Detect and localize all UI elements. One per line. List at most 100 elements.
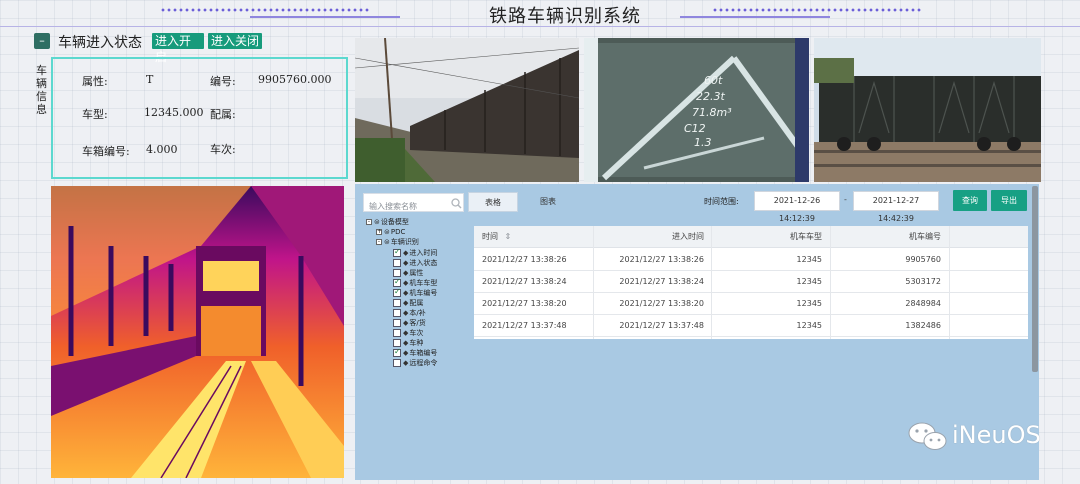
table-cell: 12345 xyxy=(796,255,822,264)
date-from-input[interactable]: 2021-12-26 14:12:39 xyxy=(754,191,840,223)
column-divider xyxy=(711,226,712,339)
entry-status-label: 车辆进入状态 xyxy=(58,35,142,51)
tree-field-item[interactable]: ◆客/货 xyxy=(393,318,426,328)
tree-node-vehicle-recognition[interactable]: - ⊜车辆识别 xyxy=(376,237,419,247)
header-decoration-left xyxy=(160,8,370,12)
tree-field-item[interactable]: ◆配属 xyxy=(393,298,423,308)
entry-open-button[interactable]: 进入开启 xyxy=(152,33,204,64)
tree-node-label: 车辆识别 xyxy=(390,238,419,246)
svg-text:71.8m³: 71.8m³ xyxy=(692,106,732,119)
tag-icon: ◆ xyxy=(403,339,409,347)
table-cell: 2021/12/27 13:37:48 xyxy=(619,321,704,330)
tag-icon: ◆ xyxy=(403,309,409,317)
field-checkbox[interactable] xyxy=(393,319,401,327)
header-line-right xyxy=(680,16,830,18)
tree-node-pdc[interactable]: + ⊜PDC xyxy=(376,227,405,237)
field-checkbox[interactable] xyxy=(393,259,401,267)
table-cell: 12345 xyxy=(796,299,822,308)
table-cell: 5303172 xyxy=(905,277,941,286)
export-button[interactable]: 导出 xyxy=(991,190,1027,211)
toggle-icon[interactable]: – xyxy=(34,33,50,49)
tree-field-label: 客/货 xyxy=(409,319,426,327)
field-checkbox[interactable] xyxy=(393,339,401,347)
tree-field-label: 进入时间 xyxy=(409,249,438,257)
field-value-car-number: 4.000 xyxy=(146,143,178,156)
collapse-icon[interactable]: - xyxy=(366,219,372,225)
search-field[interactable] xyxy=(363,193,464,215)
search-icon[interactable] xyxy=(451,198,462,209)
column-header-loco-model[interactable]: 机车车型 xyxy=(720,226,822,248)
tree-field-item[interactable]: ◆远程命令 xyxy=(393,358,437,368)
panel-scrollbar[interactable] xyxy=(1032,186,1038,372)
svg-text:22.3t: 22.3t xyxy=(696,90,725,103)
table-cell: 2021/12/27 13:38:24 xyxy=(619,277,704,286)
table-cell: 2021/12/27 13:38:26 xyxy=(482,255,567,264)
tree-field-item[interactable]: ◆车次 xyxy=(393,328,423,338)
field-value-number: 9905760.000 xyxy=(258,73,332,86)
train-photo-marking: 60t 22.3t 71.8m³ C12 1.3 xyxy=(584,38,809,182)
tag-icon: ◆ xyxy=(403,269,409,277)
tree-field-label: 机车编号 xyxy=(409,289,438,297)
wechat-icon xyxy=(908,422,947,450)
query-button[interactable]: 查询 xyxy=(953,190,987,211)
tree-field-item[interactable]: ◆机车编号 xyxy=(393,287,438,298)
tag-icon: ◆ xyxy=(403,299,409,307)
table-cell: 2021/12/27 13:38:24 xyxy=(482,277,567,286)
tree-root[interactable]: - ⊜设备模型 xyxy=(366,217,409,227)
tree-field-label: 配属 xyxy=(409,299,424,307)
field-label-number: 编号: xyxy=(210,75,236,88)
date-separator: - xyxy=(844,195,847,204)
tree-field-label: 本/补 xyxy=(409,309,426,317)
search-input[interactable] xyxy=(364,198,444,215)
collapse-icon[interactable]: - xyxy=(376,239,382,245)
field-label-attribute: 属性: xyxy=(82,75,108,88)
tag-icon: ◆ xyxy=(403,279,409,287)
train-photo-wagon xyxy=(814,38,1041,182)
field-checkbox[interactable] xyxy=(393,329,401,337)
train-photo-side xyxy=(355,38,579,182)
tree-field-label: 车种 xyxy=(409,339,424,347)
table-cell: 9905760 xyxy=(905,255,941,264)
expand-icon[interactable]: + xyxy=(376,229,382,235)
column-header-time[interactable]: 时间 ⇕ xyxy=(482,226,511,248)
tag-icon: ◆ xyxy=(403,289,409,297)
entry-close-button[interactable]: 进入关闭 xyxy=(208,33,262,49)
column-divider xyxy=(593,226,594,339)
column-divider xyxy=(830,226,831,339)
header-decoration-right xyxy=(712,8,922,12)
sort-icon[interactable]: ⇕ xyxy=(505,232,512,241)
field-checkbox[interactable] xyxy=(393,247,401,257)
field-label-assigned: 配属: xyxy=(210,108,236,121)
tab-table[interactable]: 表格 xyxy=(468,192,518,212)
tree-field-item[interactable]: ◆车箱编号 xyxy=(393,347,438,358)
tree-field-item[interactable]: ◆本/补 xyxy=(393,308,426,318)
tree-node-label: PDC xyxy=(390,228,406,236)
field-checkbox[interactable] xyxy=(393,269,401,277)
field-checkbox[interactable] xyxy=(393,309,401,317)
tag-icon: ◆ xyxy=(403,319,409,327)
vehicle-info-label: 车辆信息 xyxy=(36,64,47,116)
svg-text:60t: 60t xyxy=(704,74,723,87)
layers-icon: ⊜ xyxy=(374,218,380,226)
tag-icon: ◆ xyxy=(403,329,409,337)
tree-field-label: 车次 xyxy=(409,329,424,337)
svg-text:C12: C12 xyxy=(684,122,706,135)
field-checkbox[interactable] xyxy=(393,287,401,297)
field-checkbox[interactable] xyxy=(393,277,401,287)
tree-field-item[interactable]: ◆进入时间 xyxy=(393,247,438,258)
field-checkbox[interactable] xyxy=(393,299,401,307)
table-cell: 1382486 xyxy=(905,321,941,330)
tab-chart[interactable]: 图表 xyxy=(522,192,574,212)
page-title: 铁路车辆识别系统 xyxy=(489,6,641,27)
date-to-input[interactable]: 2021-12-27 14:42:39 xyxy=(853,191,939,223)
tree-field-label: 车箱编号 xyxy=(409,349,438,357)
column-header-entry-time[interactable]: 进入时间 xyxy=(594,226,704,248)
time-range-label: 时间范围: xyxy=(704,197,739,206)
tag-icon: ◆ xyxy=(403,349,409,357)
layers-icon: ⊜ xyxy=(384,238,390,246)
tree-field-item[interactable]: ◆进入状态 xyxy=(393,258,437,268)
field-checkbox[interactable] xyxy=(393,347,401,357)
column-header-loco-number[interactable]: 机车编号 xyxy=(840,226,941,248)
field-value-attribute: T xyxy=(146,73,154,86)
field-checkbox[interactable] xyxy=(393,359,401,367)
